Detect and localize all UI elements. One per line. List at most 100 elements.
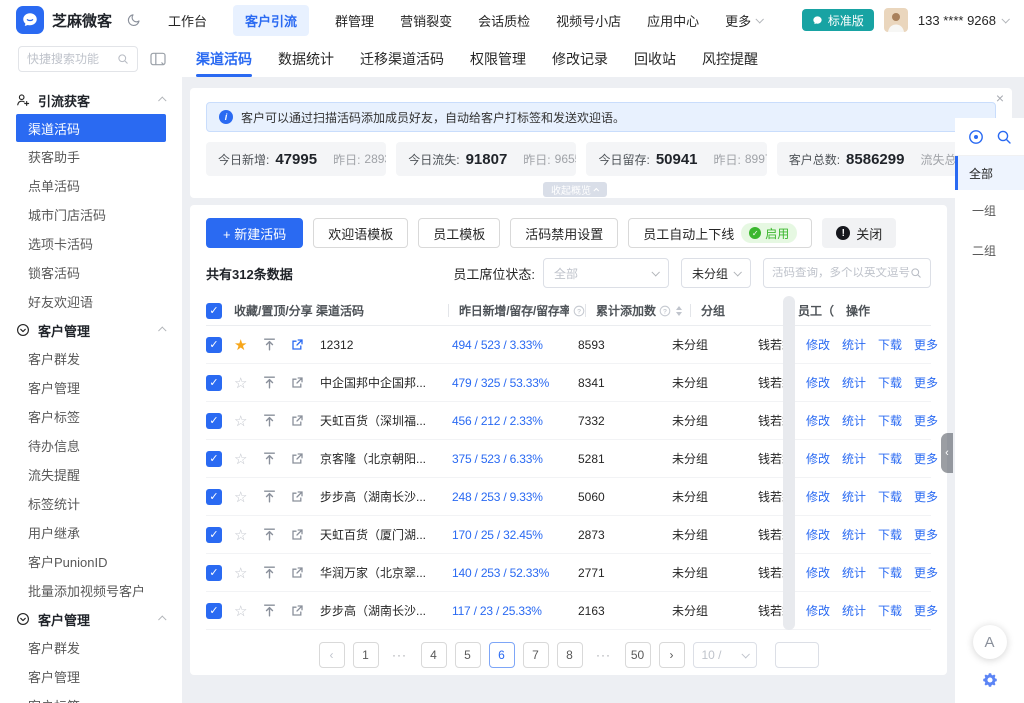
plan-badge[interactable]: 标准版 [802,9,874,31]
page-button-5[interactable]: 5 [455,642,481,668]
stats-link[interactable]: 统计 [842,526,866,543]
sidebar-item-customer-broadcast-2[interactable]: 客户群发 [0,633,182,662]
page-button-8[interactable]: 8 [557,642,583,668]
tab-permission[interactable]: 权限管理 [470,40,526,77]
pin-top-icon[interactable] [262,603,277,618]
pin-top-icon[interactable] [262,565,277,580]
sidebar-item-acquisition-assistant[interactable]: 获客助手 [0,142,182,171]
download-link[interactable]: 下载 [878,526,902,543]
collapse-overview-pill[interactable]: 收起概览 [543,182,607,197]
row-checkbox[interactable]: ✓ [206,489,222,505]
star-icon[interactable]: ☆ [234,526,247,544]
pin-top-icon[interactable] [262,413,277,428]
assistant-fab[interactable]: A [973,625,1007,659]
welcome-template-button[interactable]: 欢迎语模板 [313,218,408,248]
sidebar-group-acquisition[interactable]: 引流获客 [0,86,182,114]
more-link[interactable]: 更多 [914,488,938,505]
nav-app-center[interactable]: 应用中心 [647,11,699,30]
download-link[interactable]: 下载 [878,450,902,467]
row-checkbox[interactable]: ✓ [206,527,222,543]
dark-mode-toggle[interactable] [126,12,142,28]
sidebar-item-customer-mgmt-2[interactable]: 客户管理 [0,662,182,691]
star-icon[interactable]: ☆ [234,450,247,468]
share-icon[interactable] [290,566,304,580]
tab-change-log[interactable]: 修改记录 [552,40,608,77]
stats-link[interactable]: 统计 [842,488,866,505]
new-code-button[interactable]: + 新建活码 [206,218,303,248]
panel-collapse-handle[interactable]: ‹ [941,433,953,473]
sidebar-item-todo-info[interactable]: 待办信息 [0,431,182,460]
staff-template-button[interactable]: 员工模板 [418,218,500,248]
page-button-4[interactable]: 4 [421,642,447,668]
sort-icon[interactable] [676,306,682,316]
sidebar-item-lock-customer-code[interactable]: 锁客活码 [0,258,182,287]
stats-link[interactable]: 统计 [842,602,866,619]
sidebar-item-tag-statistics[interactable]: 标签统计 [0,489,182,518]
sidebar-collapse-toggle[interactable] [150,52,166,66]
star-icon[interactable]: ☆ [234,564,247,582]
close-icon[interactable]: × [996,90,1004,106]
group-item-one[interactable]: 一组 [955,190,1024,230]
code-search-input[interactable] [772,267,910,279]
more-link[interactable]: 更多 [914,602,938,619]
stats-link[interactable]: 统计 [842,336,866,353]
download-link[interactable]: 下载 [878,374,902,391]
edit-link[interactable]: 修改 [806,412,830,429]
star-icon[interactable]: ★ [234,336,247,354]
sidebar-group-customer-mgmt-1[interactable]: 客户管理 [0,316,182,344]
more-link[interactable]: 更多 [914,412,938,429]
code-disable-settings-button[interactable]: 活码禁用设置 [510,218,618,248]
sidebar-item-channel-code[interactable]: 渠道活码 [16,114,166,142]
star-icon[interactable]: ☆ [234,602,247,620]
edit-link[interactable]: 修改 [806,374,830,391]
page-button-6-active[interactable]: 6 [489,642,515,668]
sidebar-item-batch-add-video-customers[interactable]: 批量添加视频号客户 [0,576,182,605]
download-link[interactable]: 下载 [878,564,902,581]
jump-prev-ellipsis[interactable]: ··· [387,642,413,668]
nav-chat-inspection[interactable]: 会话质检 [478,11,530,30]
tab-risk-alert[interactable]: 风控提醒 [702,40,758,77]
pin-top-icon[interactable] [262,489,277,504]
download-link[interactable]: 下载 [878,488,902,505]
auto-online-button[interactable]: 员工自动上下线 ✓ 启用 [628,218,812,248]
row-checkbox[interactable]: ✓ [206,375,222,391]
edit-link[interactable]: 修改 [806,488,830,505]
page-button-7[interactable]: 7 [523,642,549,668]
tab-migrate-channel-code[interactable]: 迁移渠道活码 [360,40,444,77]
more-link[interactable]: 更多 [914,374,938,391]
share-icon[interactable] [290,376,304,390]
stats-link[interactable]: 统计 [842,564,866,581]
edit-link[interactable]: 修改 [806,450,830,467]
sidebar-item-option-card-code[interactable]: 选项卡活码 [0,229,182,258]
target-icon[interactable] [968,129,984,145]
sidebar-group-customer-mgmt-2[interactable]: 客户管理 [0,605,182,633]
share-icon[interactable] [290,414,304,428]
page-size-select[interactable]: 10 / [693,642,757,668]
sidebar-item-friend-welcome[interactable]: 好友欢迎语 [0,287,182,316]
star-icon[interactable]: ☆ [234,488,247,506]
group-item-two[interactable]: 二组 [955,230,1024,270]
next-page-button[interactable]: › [659,642,685,668]
nav-group-management[interactable]: 群管理 [335,11,374,30]
table-scrollbar[interactable] [783,296,795,630]
edit-link[interactable]: 修改 [806,336,830,353]
seat-status-select[interactable]: 全部 [543,258,669,288]
app-logo[interactable] [16,6,44,34]
sidebar-item-customer-tags-1[interactable]: 客户标签 [0,402,182,431]
search-icon[interactable] [996,129,1012,145]
download-link[interactable]: 下载 [878,602,902,619]
sidebar-item-city-store-code[interactable]: 城市门店活码 [0,200,182,229]
share-icon[interactable] [290,604,304,618]
nav-more[interactable]: 更多 [725,11,762,30]
share-icon[interactable] [290,490,304,504]
share-icon[interactable] [290,452,304,466]
page-button-1[interactable]: 1 [353,642,379,668]
sidebar-item-churn-alert[interactable]: 流失提醒 [0,460,182,489]
row-checkbox[interactable]: ✓ [206,451,222,467]
download-link[interactable]: 下载 [878,336,902,353]
prev-page-button[interactable]: ‹ [319,642,345,668]
select-all-checkbox[interactable]: ✓ [206,303,222,319]
sidebar-item-customer-unionid[interactable]: 客户PunionID [0,547,182,576]
sidebar-item-customer-mgmt-1[interactable]: 客户管理 [0,373,182,402]
group-filter-select[interactable]: 未分组 [681,258,751,288]
